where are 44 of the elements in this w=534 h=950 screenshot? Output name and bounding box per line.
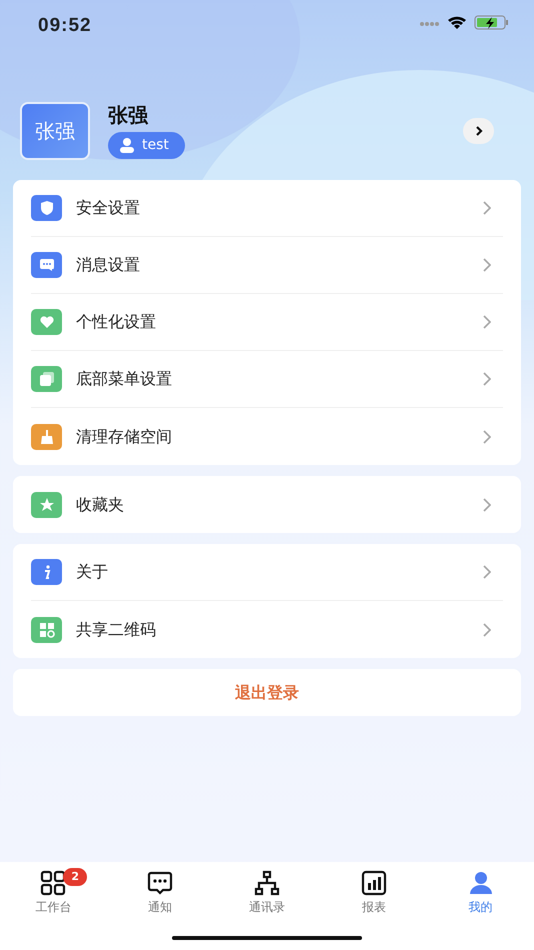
menu-label: 收藏夹 bbox=[76, 494, 125, 516]
menu-item[interactable]: 清理存储空间 bbox=[31, 408, 503, 465]
tab[interactable]: 通知 bbox=[120, 870, 200, 916]
menu-label: 消息设置 bbox=[76, 254, 141, 276]
chevron-icon bbox=[483, 201, 491, 215]
menu-label: 清理存储空间 bbox=[76, 426, 173, 448]
bar-chart-icon bbox=[360, 870, 387, 896]
menu-label: 底部菜单设置 bbox=[76, 368, 173, 390]
person-icon bbox=[468, 870, 494, 896]
menu-item[interactable]: 收藏夹 bbox=[31, 476, 503, 533]
menu-item[interactable]: 消息设置 bbox=[31, 237, 503, 294]
username: test bbox=[142, 136, 169, 155]
status-time: 09:52 bbox=[38, 14, 92, 38]
tab[interactable]: 报表 bbox=[334, 870, 414, 916]
menu-label: 共享二维码 bbox=[76, 618, 157, 640]
chevron-icon bbox=[474, 125, 484, 137]
chevron-icon bbox=[483, 498, 491, 512]
chevron-icon bbox=[483, 315, 491, 329]
grid-icon bbox=[40, 870, 66, 896]
menu-item[interactable]: 个性化设置 bbox=[31, 294, 503, 351]
signal-icon bbox=[420, 22, 439, 26]
menu-item[interactable]: 关于 bbox=[31, 544, 503, 601]
avatar: 张强 bbox=[20, 102, 90, 160]
chevron-icon bbox=[483, 372, 491, 386]
battery-icon bbox=[474, 16, 508, 30]
chevron-icon bbox=[483, 565, 491, 579]
menu-label: 安全设置 bbox=[76, 197, 141, 219]
wifi-icon bbox=[448, 16, 466, 29]
chevron-icon bbox=[483, 622, 491, 636]
menu-label: 个性化设置 bbox=[76, 311, 157, 333]
menu-item[interactable]: 底部菜单设置 bbox=[31, 351, 503, 408]
tab[interactable]: 我的 bbox=[440, 870, 521, 916]
menu-item[interactable]: 安全设置 bbox=[31, 180, 503, 237]
menu-item[interactable]: 共享二维码 bbox=[31, 601, 503, 658]
user-name: 张强 bbox=[108, 102, 150, 128]
tab[interactable]: 工作台 2 bbox=[13, 870, 94, 916]
chevron-icon bbox=[483, 258, 491, 272]
chat-icon bbox=[147, 870, 174, 896]
tab[interactable]: 通讯录 bbox=[226, 870, 307, 916]
chevron-icon bbox=[483, 430, 491, 444]
person-icon bbox=[120, 138, 134, 153]
count-badge: 2 bbox=[63, 868, 88, 886]
org-chart-icon bbox=[254, 870, 280, 896]
menu-label: 关于 bbox=[76, 561, 109, 583]
